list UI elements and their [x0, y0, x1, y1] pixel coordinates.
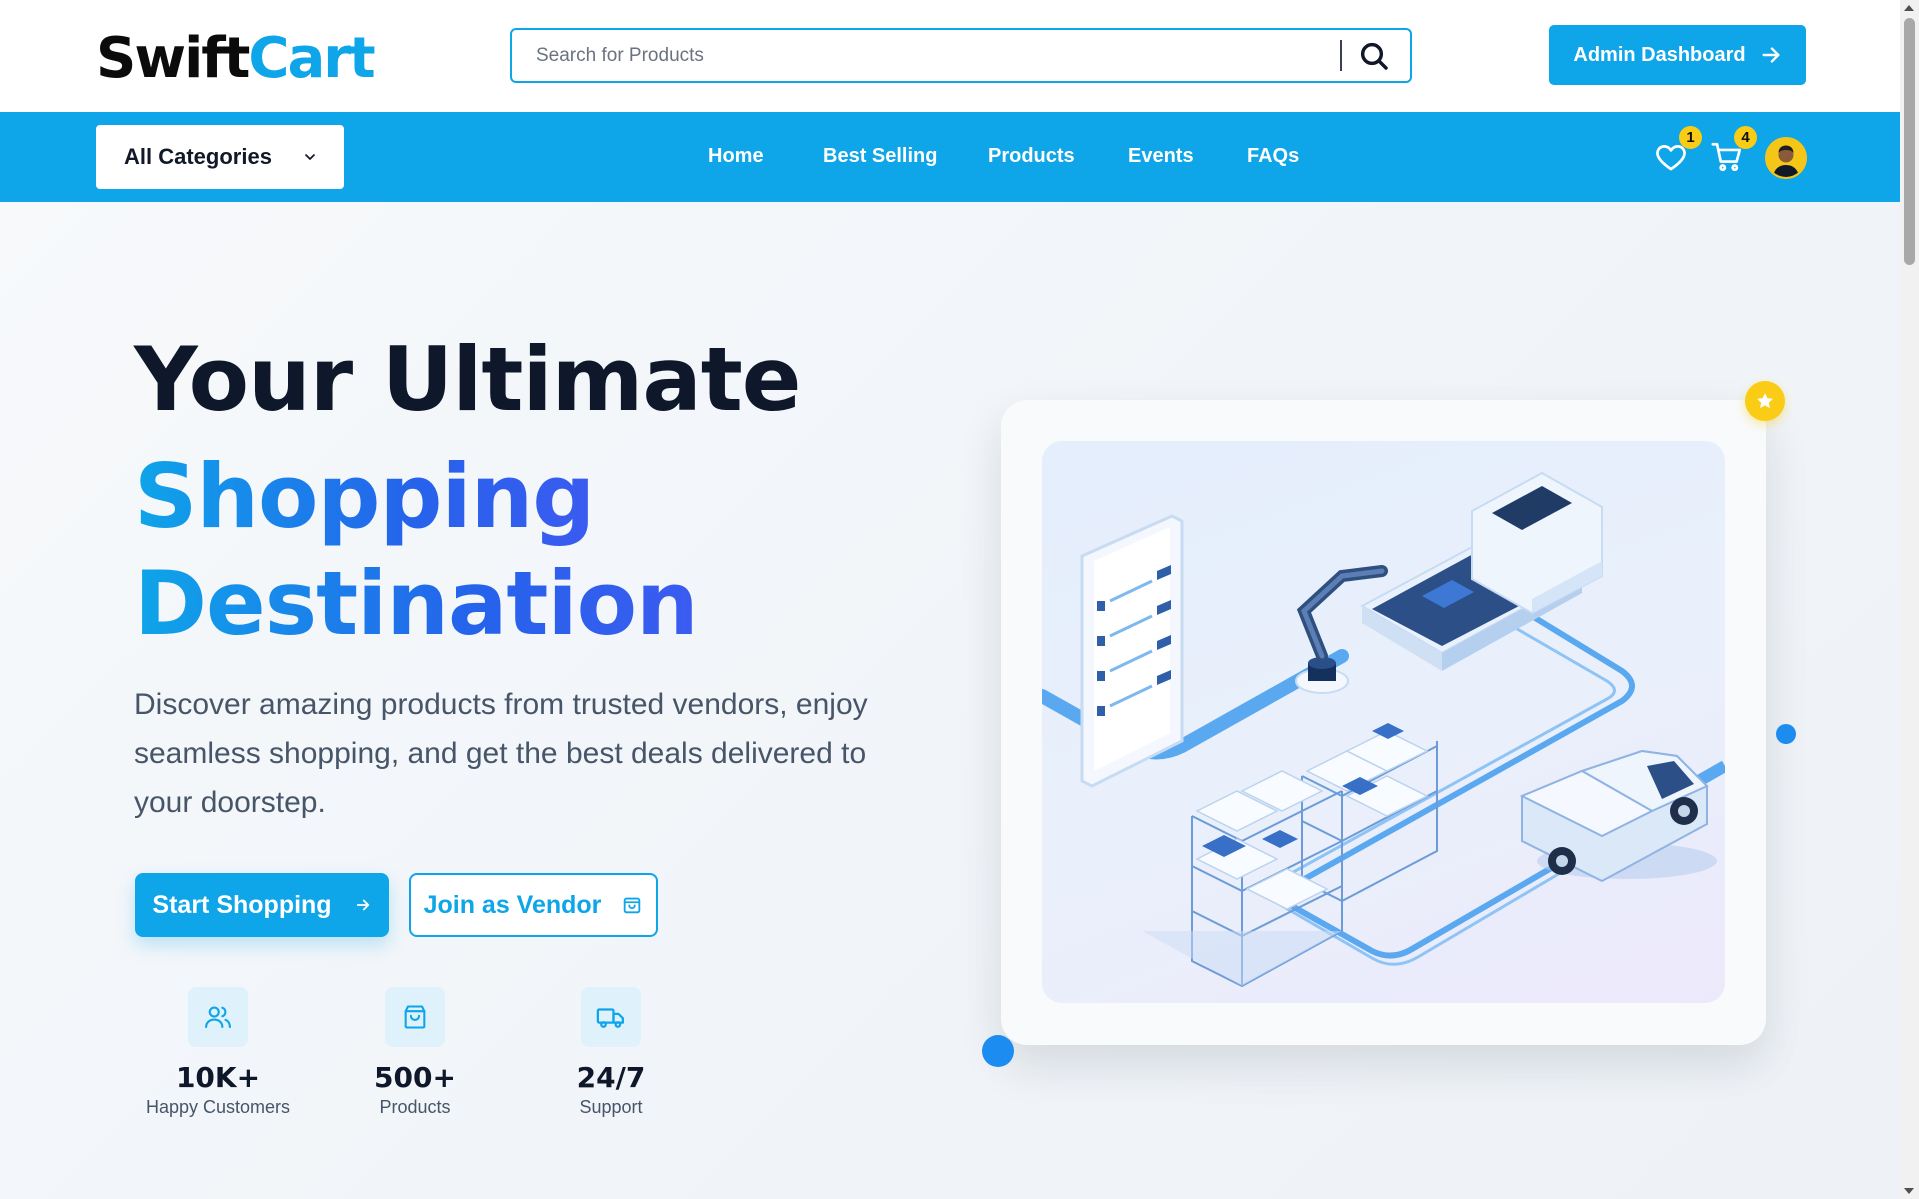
- page-scrollbar[interactable]: [1900, 0, 1919, 1199]
- user-avatar[interactable]: [1765, 137, 1807, 179]
- decor-dot-right: [1776, 724, 1796, 744]
- admin-dashboard-label: Admin Dashboard: [1573, 43, 1746, 66]
- stat-label: Happy Customers: [145, 1097, 291, 1117]
- scroll-down-arrow[interactable]: [1904, 1188, 1914, 1194]
- nav-links: Home Best Selling Products Events FAQs: [0, 112, 1900, 202]
- search-bar: [510, 28, 1412, 83]
- stat-support: 24/7 Support: [531, 987, 691, 1118]
- join-as-vendor-label: Join as Vendor: [423, 890, 602, 919]
- stat-products: 500+ Products: [335, 987, 495, 1118]
- stat-label: Support: [579, 1097, 643, 1117]
- stat-value: 10K+: [175, 1061, 261, 1094]
- warehouse-illustration: [1042, 471, 1725, 988]
- arrow-right-icon: [1762, 47, 1780, 63]
- stat-icon-box: [188, 987, 248, 1047]
- stat-value: 24/7: [576, 1061, 646, 1094]
- hero-title-line-1: Your Ultimate: [134, 328, 801, 431]
- scroll-up-arrow[interactable]: [1904, 5, 1914, 11]
- shopping-bag-icon: [404, 1005, 426, 1029]
- wishlist-count-badge: 1: [1679, 126, 1702, 149]
- shopping-bag-icon: [624, 897, 641, 914]
- hero-description: Discover amazing products from trusted v…: [134, 688, 868, 819]
- stat-icon-box: [385, 987, 445, 1047]
- logo-text-swift: Swift: [96, 26, 250, 91]
- nav-link-best-selling[interactable]: Best Selling: [823, 145, 937, 168]
- nav-link-products[interactable]: Products: [988, 145, 1075, 168]
- search-icon[interactable]: [1358, 40, 1390, 72]
- search-divider: [1340, 40, 1342, 71]
- top-header: SwiftCart Admin Dashboard: [0, 0, 1900, 112]
- cart-count-badge: 4: [1734, 126, 1757, 149]
- stat-icon-box: [581, 987, 641, 1047]
- nav-link-faqs[interactable]: FAQs: [1247, 145, 1299, 168]
- search-input[interactable]: [512, 30, 1332, 81]
- join-as-vendor-button[interactable]: Join as Vendor: [409, 873, 658, 937]
- hero-illustration-card: [1001, 400, 1766, 1045]
- hero-title-line-2: Shopping: [134, 445, 595, 548]
- hero-title-line-3: Destination: [134, 552, 699, 655]
- logistics-illustration: [1042, 441, 1725, 1003]
- avatar-image: [1767, 139, 1805, 177]
- arrow-right-icon: [356, 899, 369, 911]
- logo-text-cart: Cart: [248, 26, 375, 91]
- start-shopping-button[interactable]: Start Shopping: [135, 873, 389, 937]
- scrollbar-thumb[interactable]: [1904, 18, 1915, 265]
- nav-link-events[interactable]: Events: [1128, 145, 1194, 168]
- users-icon: [205, 1006, 231, 1029]
- hero-section: Your Ultimate Shopping Destination Disco…: [0, 202, 1900, 1199]
- star-badge: [1745, 381, 1785, 421]
- stat-value: 500+: [374, 1061, 456, 1094]
- stat-happy-customers: 10K+ Happy Customers: [138, 987, 298, 1118]
- decor-dot-left: [982, 1035, 1014, 1067]
- star-icon: [1757, 393, 1773, 409]
- start-shopping-label: Start Shopping: [152, 890, 332, 919]
- truck-icon: [596, 1008, 624, 1028]
- main-navbar: All Categories Home Best Selling Product…: [0, 112, 1900, 202]
- admin-dashboard-button[interactable]: Admin Dashboard: [1549, 25, 1806, 85]
- site-logo[interactable]: SwiftCart: [96, 26, 376, 92]
- stat-label: Products: [379, 1097, 451, 1117]
- nav-link-home[interactable]: Home: [708, 145, 764, 168]
